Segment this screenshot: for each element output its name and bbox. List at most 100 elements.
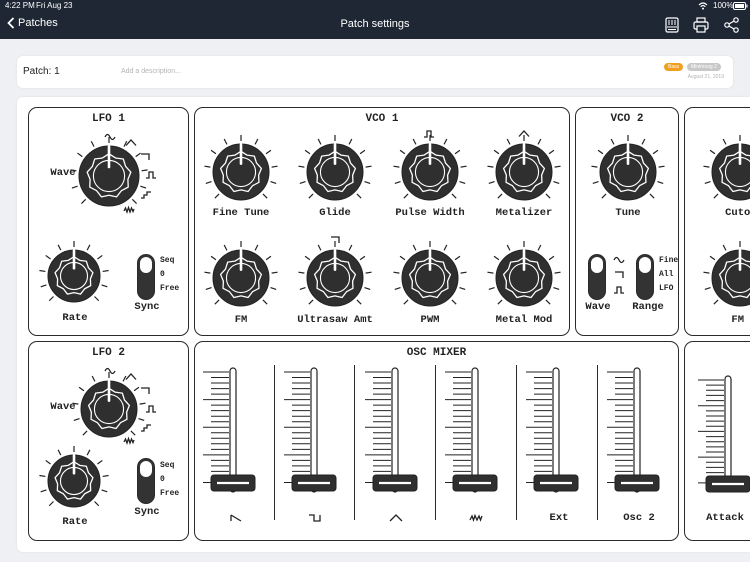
attack-fader[interactable] bbox=[698, 375, 750, 504]
osc-mixer-title: OSC MIXER bbox=[406, 347, 467, 359]
sawtooth-wave-icon bbox=[230, 514, 242, 522]
lfo1-sync-label: Sync bbox=[134, 301, 160, 313]
mixer-fader-1[interactable] bbox=[203, 367, 261, 504]
mixer-fader-3[interactable] bbox=[365, 367, 423, 504]
wave-sine-icon bbox=[104, 367, 116, 375]
status-bar: 4:22 PM Fri Aug 23 100% bbox=[0, 0, 750, 12]
lfo1-sync-option: 0 bbox=[160, 270, 165, 279]
wave-square-icon bbox=[614, 286, 624, 294]
mixer-fader-5[interactable] bbox=[526, 367, 584, 504]
wave-saw-icon bbox=[615, 271, 624, 278]
patch-info-card: Patch: 1 Add a description... Bass Minim… bbox=[17, 56, 733, 88]
wave-triangle-icon bbox=[518, 130, 530, 137]
patch-date: August 21, 2019 bbox=[687, 74, 724, 80]
lfo2-sync-label: Sync bbox=[134, 506, 160, 518]
tag-badge[interactable]: Bass bbox=[664, 63, 684, 71]
lfo2-rate-knob[interactable] bbox=[36, 443, 112, 519]
lfo2-rate-label: Rate bbox=[62, 516, 88, 528]
vco2-title: VCO 2 bbox=[610, 113, 644, 125]
range-option: Fine bbox=[659, 256, 679, 265]
filter-fm-knob[interactable] bbox=[700, 238, 750, 318]
mixer-divider bbox=[435, 365, 437, 520]
filter-fm-label: FM 1 bbox=[731, 314, 750, 326]
status-time: 4:22 PM bbox=[5, 1, 35, 10]
wifi-icon bbox=[698, 2, 708, 10]
wave-triangle-icon bbox=[125, 139, 137, 146]
knob-label: Metalizer bbox=[495, 207, 553, 219]
mixer-fader-2[interactable] bbox=[284, 367, 342, 504]
wave-sine-icon bbox=[613, 256, 625, 264]
keyboard-settings-icon[interactable] bbox=[663, 16, 681, 34]
share-icon[interactable] bbox=[723, 16, 741, 34]
vco1-fine-tune-knob[interactable] bbox=[201, 132, 281, 212]
vco1-pulse-width-knob[interactable] bbox=[390, 132, 470, 212]
vco1-fm-knob[interactable] bbox=[201, 238, 281, 318]
wave-square-icon bbox=[424, 130, 434, 138]
lfo1-title: LFO 1 bbox=[91, 113, 125, 125]
wave-saw-icon bbox=[141, 153, 150, 160]
lfo2-sync-option: 0 bbox=[160, 475, 165, 484]
vco2-range-switch[interactable] bbox=[636, 254, 654, 300]
knob-label: Ultrasaw Amt bbox=[297, 314, 373, 326]
mixer-divider bbox=[354, 365, 356, 520]
wave-noise-icon bbox=[123, 436, 135, 445]
back-button[interactable]: Patches bbox=[7, 17, 58, 29]
square-wave-icon bbox=[309, 514, 321, 522]
knob-label: Metal Mod bbox=[495, 314, 553, 326]
wave-sample-hold-icon bbox=[141, 424, 151, 432]
mixer-divider bbox=[516, 365, 518, 520]
nav-bar: Patches Patch settings bbox=[0, 12, 750, 39]
status-date: Fri Aug 23 bbox=[36, 1, 73, 10]
mixer-fader-4[interactable] bbox=[445, 367, 503, 504]
battery-icon bbox=[733, 2, 748, 10]
back-label: Patches bbox=[18, 17, 58, 29]
lfo1-sync-option: Seq bbox=[160, 256, 175, 265]
mixer-channel-label: Ext bbox=[549, 512, 569, 524]
print-icon[interactable] bbox=[692, 16, 710, 34]
lfo2-sync-option: Seq bbox=[160, 461, 175, 470]
vco1-metalizer-knob[interactable] bbox=[484, 132, 564, 212]
vco2-range-label: Range bbox=[632, 301, 664, 313]
chevron-left-icon bbox=[7, 17, 15, 29]
wave-square-icon bbox=[146, 405, 156, 413]
lfo2-sync-switch[interactable] bbox=[137, 458, 155, 504]
vco1-pwm-knob[interactable] bbox=[390, 238, 470, 318]
osc-mixer-panel: OSC MIXER bbox=[194, 341, 679, 541]
knob-label: PWM bbox=[420, 314, 440, 326]
wave-sine-icon bbox=[104, 133, 116, 141]
mixer-channel-label: Osc 2 bbox=[623, 512, 655, 524]
page-title: Patch settings bbox=[340, 18, 410, 30]
mixer-divider bbox=[274, 365, 276, 520]
wave-saw-icon bbox=[141, 387, 150, 394]
lfo2-title: LFO 2 bbox=[91, 347, 125, 359]
vco1-ultrasaw-knob[interactable] bbox=[295, 238, 375, 318]
knob-label: FM bbox=[234, 314, 248, 326]
lfo2-sync-option: Free bbox=[160, 489, 180, 498]
mixer-fader-6[interactable] bbox=[607, 367, 665, 504]
filter-cutoff-label: Cutoff bbox=[725, 207, 750, 219]
lfo1-sync-option: Free bbox=[160, 284, 180, 293]
lfo1-sync-switch[interactable] bbox=[137, 254, 155, 300]
vco1-glide-knob[interactable] bbox=[295, 132, 375, 212]
vco2-tune-knob[interactable] bbox=[588, 132, 668, 212]
tag-badge[interactable]: Minimoog 2 bbox=[687, 63, 721, 71]
lfo1-rate-knob[interactable] bbox=[36, 238, 112, 314]
triangle-wave-icon bbox=[389, 514, 403, 522]
knob-label: Pulse Width bbox=[395, 207, 465, 219]
vco2-wave-switch[interactable] bbox=[588, 254, 606, 300]
description-input[interactable]: Add a description... bbox=[121, 68, 181, 75]
knob-label: Fine Tune bbox=[212, 207, 270, 219]
vco1-title: VCO 1 bbox=[365, 113, 399, 125]
wave-saw-icon bbox=[331, 236, 340, 243]
range-option: LFO bbox=[659, 284, 674, 293]
vco2-tune-label: Tune bbox=[615, 207, 641, 219]
vco2-wave-label: Wave bbox=[585, 301, 611, 313]
filter-cutoff-knob[interactable] bbox=[700, 132, 750, 212]
wave-triangle-icon bbox=[125, 373, 137, 380]
range-option: All bbox=[659, 270, 674, 279]
vco1-metal-mod-knob[interactable] bbox=[484, 238, 564, 318]
battery-percent: 100% bbox=[713, 1, 734, 10]
attack-label: Attack bbox=[706, 512, 744, 524]
wave-sample-hold-icon bbox=[141, 191, 151, 199]
wave-square-icon bbox=[146, 171, 156, 179]
